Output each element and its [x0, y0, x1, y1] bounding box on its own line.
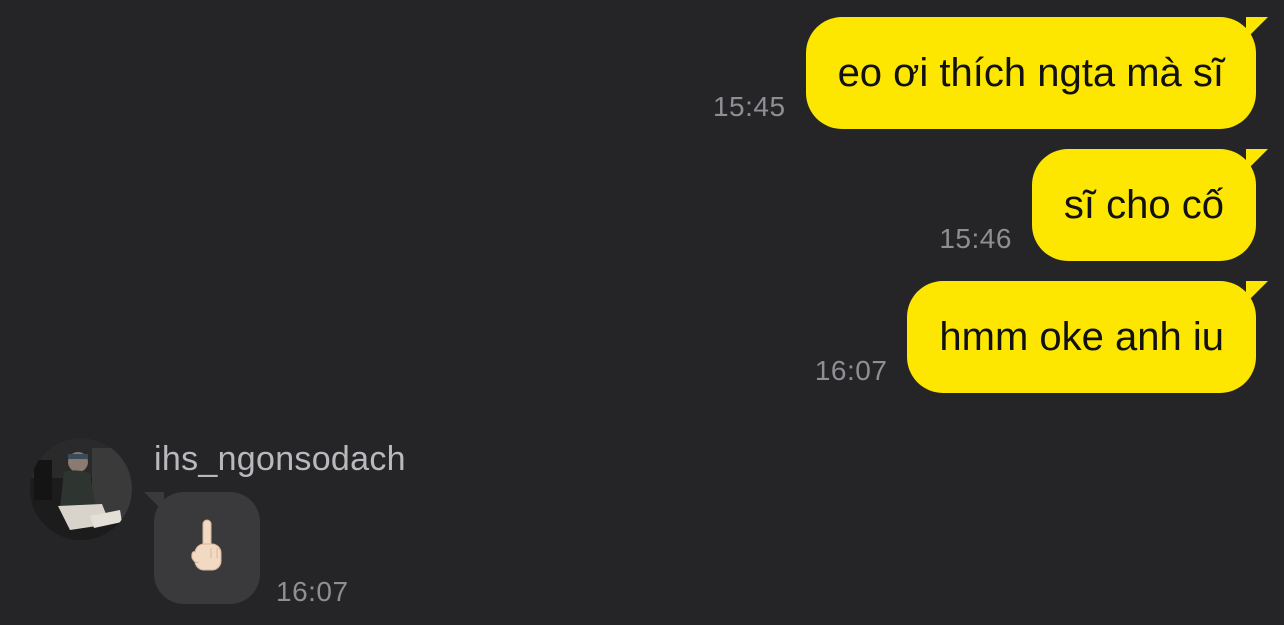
message-text: hmm oke anh iu: [939, 314, 1224, 359]
outgoing-bubble[interactable]: eo ơi thích ngta mà sĩ: [805, 17, 1268, 129]
outgoing-message: 16:07 hmm oke anh iu: [814, 281, 1268, 393]
chat-thread: 15:45 eo ơi thích ngta mà sĩ 15:46 sĩ ch…: [0, 0, 1284, 625]
message-timestamp: 16:07: [276, 576, 349, 607]
bubble-tail: [144, 492, 164, 512]
incoming-bubble[interactable]: [144, 492, 260, 604]
bubble-tail: [1246, 149, 1268, 171]
message-text: eo ơi thích ngta mà sĩ: [837, 50, 1224, 95]
avatar[interactable]: [30, 438, 132, 540]
avatar-photo: [30, 438, 132, 540]
message-timestamp: 15:46: [939, 223, 1012, 254]
middle-finger-emoji-icon: [191, 519, 222, 571]
message-text: sĩ cho cố: [1063, 182, 1224, 227]
message-timestamp: 15:45: [712, 91, 786, 122]
bubble-tail: [1246, 17, 1268, 39]
message-timestamp: 16:07: [814, 355, 888, 386]
outgoing-bubble[interactable]: hmm oke anh iu: [907, 281, 1268, 393]
outgoing-message: 15:46 sĩ cho cố: [939, 149, 1268, 261]
sender-name[interactable]: ihs_ngonsodach: [154, 440, 406, 479]
outgoing-message: 15:45 eo ơi thích ngta mà sĩ: [712, 17, 1268, 129]
outgoing-bubble[interactable]: sĩ cho cố: [1031, 149, 1268, 261]
bubble-tail: [1246, 281, 1268, 303]
